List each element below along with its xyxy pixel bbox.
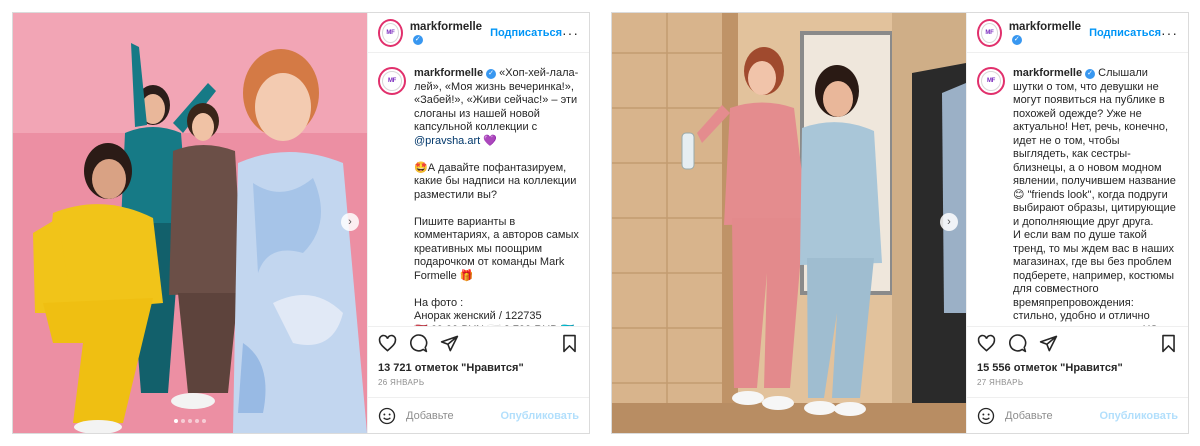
verified-badge-icon: ✓ bbox=[412, 34, 423, 45]
photo-girls-in-sweatsuits bbox=[13, 13, 367, 433]
mention-link[interactable]: @pravsha.art bbox=[414, 135, 480, 147]
username[interactable]: markformelle✓ bbox=[410, 21, 482, 45]
action-bar bbox=[967, 326, 1188, 360]
caption: MF markformelle ✓ Слышали шутки о том, чт… bbox=[967, 53, 1188, 326]
post-date[interactable]: 26 ЯНВАРЬ bbox=[368, 374, 589, 397]
post-sidebar-2: MF markformelle✓ Подписаться ··· MF mark… bbox=[966, 13, 1188, 433]
caption-username[interactable]: markformelle bbox=[1013, 67, 1082, 79]
post-header: MF markformelle✓ Подписаться ··· bbox=[368, 13, 589, 53]
caption-username[interactable]: markformelle bbox=[414, 67, 483, 79]
publish-button[interactable]: Опубликовать bbox=[500, 410, 579, 422]
post-header: MF markformelle✓ Подписаться ··· bbox=[967, 13, 1188, 53]
comment-input[interactable]: Добавьте bbox=[406, 410, 454, 422]
caption-text: markformelle ✓ Слышали шутки о том, что д… bbox=[1013, 67, 1176, 326]
likes-count[interactable]: 15 556 отметок "Нравится" bbox=[967, 360, 1188, 374]
emoji-icon[interactable] bbox=[977, 407, 995, 425]
comment-icon[interactable] bbox=[1008, 334, 1027, 353]
bookmark-icon[interactable] bbox=[560, 334, 579, 353]
verified-badge-icon: ✓ bbox=[1085, 69, 1096, 79]
next-slide-button[interactable]: › bbox=[341, 213, 359, 231]
post-sidebar-1: MF markformelle✓ Подписаться ··· MF mark… bbox=[367, 13, 589, 433]
slide-dot bbox=[188, 419, 192, 423]
avatar[interactable]: MF bbox=[977, 18, 1002, 47]
publish-button[interactable]: Опубликовать bbox=[1099, 410, 1178, 422]
post-photo-2[interactable]: › bbox=[612, 13, 966, 433]
action-bar bbox=[368, 326, 589, 360]
more-options-icon[interactable]: ··· bbox=[1161, 25, 1178, 41]
share-icon[interactable] bbox=[1039, 334, 1058, 353]
verified-badge-icon: ✓ bbox=[486, 69, 497, 79]
follow-button[interactable]: Подписаться bbox=[490, 27, 562, 39]
likes-count[interactable]: 13 721 отметок "Нравится" bbox=[368, 360, 589, 374]
heart-icon[interactable] bbox=[977, 334, 996, 353]
slide-dot bbox=[202, 419, 206, 423]
more-options-icon[interactable]: ··· bbox=[562, 25, 579, 41]
bookmark-icon[interactable] bbox=[1159, 334, 1178, 353]
slide-dot bbox=[195, 419, 199, 423]
caption: MF markformelle ✓ «Хоп-хей-лала-лей», «Мо… bbox=[368, 53, 589, 326]
comment-input[interactable]: Добавьте bbox=[1005, 410, 1053, 422]
comment-box: Добавьте Опубликовать bbox=[368, 397, 589, 433]
slide-indicators bbox=[13, 419, 367, 423]
follow-button[interactable]: Подписаться bbox=[1089, 27, 1161, 39]
post-card-1: › MF markformelle✓ Подписаться ··· MF ma… bbox=[12, 12, 590, 434]
verified-badge-icon: ✓ bbox=[1011, 34, 1022, 45]
caption-avatar[interactable]: MF bbox=[977, 67, 1005, 95]
share-icon[interactable] bbox=[440, 334, 459, 353]
post-card-2: › MF markformelle✓ Подписаться ··· MF ma… bbox=[611, 12, 1189, 434]
caption-text: markformelle ✓ «Хоп-хей-лала-лей», «Моя ж… bbox=[414, 67, 579, 326]
comment-icon[interactable] bbox=[409, 334, 428, 353]
post-date[interactable]: 27 ЯНВАРЬ bbox=[967, 374, 1188, 397]
slide-dot bbox=[181, 419, 185, 423]
comment-box: Добавьте Опубликовать bbox=[967, 397, 1188, 433]
slide-dot bbox=[174, 419, 178, 423]
caption-avatar[interactable]: MF bbox=[378, 67, 406, 95]
avatar[interactable]: MF bbox=[378, 18, 403, 47]
photo-friends-look bbox=[612, 13, 966, 433]
heart-icon[interactable] bbox=[378, 334, 397, 353]
emoji-icon[interactable] bbox=[378, 407, 396, 425]
post-photo-1[interactable]: › bbox=[13, 13, 367, 433]
username[interactable]: markformelle✓ bbox=[1009, 21, 1081, 45]
next-slide-button[interactable]: › bbox=[940, 213, 958, 231]
